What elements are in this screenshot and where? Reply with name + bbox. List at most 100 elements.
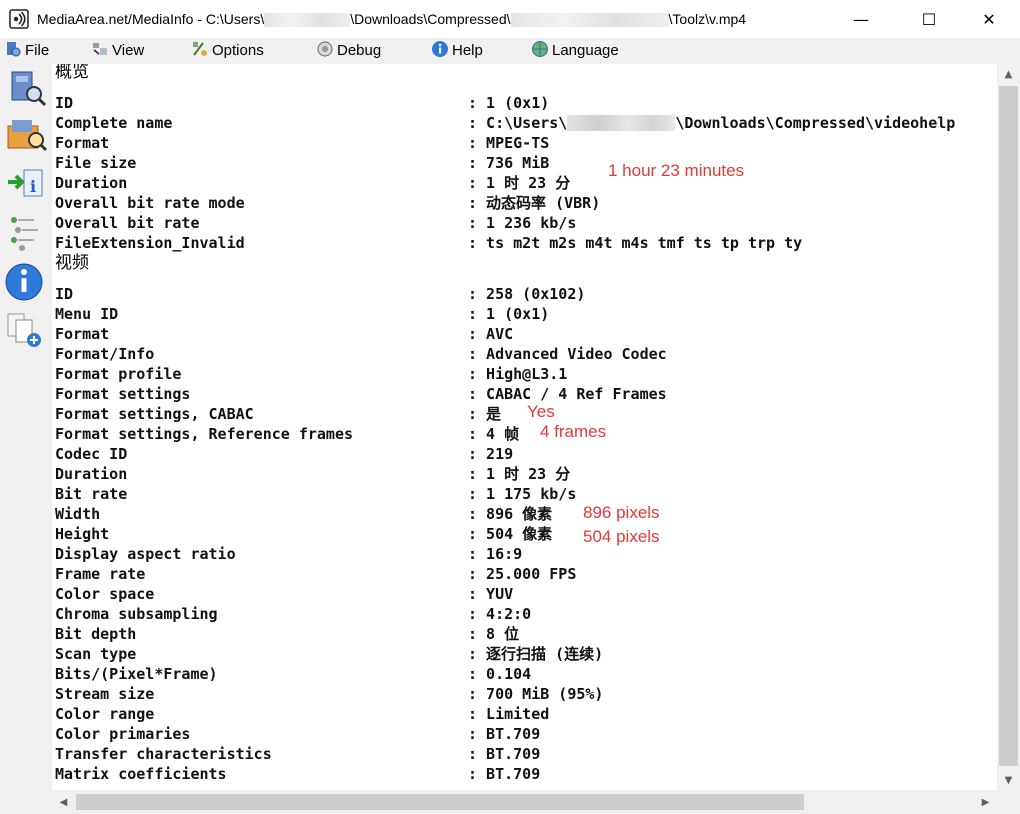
sheet-view-icon[interactable] xyxy=(4,212,48,252)
redacted-folder xyxy=(510,13,669,28)
menu-view-label: View xyxy=(112,42,145,59)
export-icon[interactable]: i xyxy=(4,164,48,204)
language-icon xyxy=(532,41,548,57)
info-row-value: : 逐行扫描 (连续) xyxy=(468,645,604,663)
title-suffix: \Toolz\v.mp4 xyxy=(668,11,747,27)
info-row-label: Chroma subsampling xyxy=(55,605,218,623)
info-row-value: : 1 (0x1) xyxy=(468,94,550,112)
info-row-label: Color space xyxy=(55,585,155,603)
info-icon[interactable] xyxy=(4,262,48,302)
info-row-value: : 动态码率 (VBR) xyxy=(468,194,601,212)
menu-file-label: File xyxy=(25,42,50,59)
info-row-value: : C:\Users\ \Downloads\Compressed\videohe… xyxy=(468,113,955,133)
info-row-label: Matrix coefficients xyxy=(55,765,227,783)
info-row-value: : 25.000 FPS xyxy=(468,565,577,583)
menu-view[interactable]: View xyxy=(91,38,144,64)
horizontal-scrollbar[interactable]: ◀ ▶ xyxy=(52,790,997,814)
info-row-value: : BT.709 xyxy=(468,725,541,743)
svg-text:i: i xyxy=(30,177,36,196)
info-row-label: Display aspect ratio xyxy=(55,545,236,563)
menu-file[interactable]: File xyxy=(4,38,49,64)
info-row-label: Frame rate xyxy=(55,565,146,583)
menu-help-label: Help xyxy=(452,42,483,59)
info-row-value: : 16:9 xyxy=(468,545,523,563)
vertical-scroll-thumb[interactable] xyxy=(999,86,1018,766)
maximize-button[interactable]: ☐ xyxy=(906,0,952,38)
info-row-label: Codec ID xyxy=(55,445,128,463)
info-row-value: : MPEG-TS xyxy=(468,134,550,152)
cabac-annotation: Yes xyxy=(527,402,555,421)
close-button[interactable]: ✕ xyxy=(966,0,1012,38)
info-row-value: : AVC xyxy=(468,325,514,343)
info-row-label: Transfer characteristics xyxy=(55,745,272,763)
info-text-area[interactable]: 概览 ID : 1 (0x1) Complete name : C:\Users\ \Do… xyxy=(52,64,997,790)
info-row-value: : 4 帧 xyxy=(468,425,520,443)
info-row-value: : CABAC / 4 Ref Frames xyxy=(468,385,667,403)
menu-language-label: Language xyxy=(552,42,619,59)
menu-help[interactable]: Help xyxy=(431,38,483,64)
info-row-label: Bit rate xyxy=(55,485,128,503)
title-prefix: MediaArea.net/MediaInfo - C:\Users\ xyxy=(37,11,265,27)
help-icon xyxy=(432,41,448,57)
info-row-label: Duration xyxy=(55,465,128,483)
info-row-value: : Advanced Video Codec xyxy=(468,345,667,363)
video-section-heading: 视频 xyxy=(55,253,89,273)
info-row-label: ID xyxy=(55,285,74,303)
info-row-label: Format xyxy=(55,325,110,343)
info-row-label: Menu ID xyxy=(55,305,119,323)
info-row-value: : 8 位 xyxy=(468,625,520,643)
close-icon: ✕ xyxy=(982,9,996,29)
height-annotation: 504 pixels xyxy=(583,527,660,546)
info-row-value: : BT.709 xyxy=(468,745,541,763)
menu-debug[interactable]: Debug xyxy=(316,38,381,64)
title-bar: MediaArea.net/MediaInfo - C:\Users\ \Down… xyxy=(0,0,1020,38)
minimize-button[interactable]: — xyxy=(838,0,884,38)
open-file-icon[interactable] xyxy=(4,68,48,108)
info-row-label: Format xyxy=(55,134,110,152)
vertical-scrollbar[interactable]: ▲ ▼ xyxy=(997,64,1020,790)
info-row-value: : 504 像素 xyxy=(468,525,553,543)
scrollbar-corner xyxy=(997,790,1020,814)
horizontal-scroll-thumb[interactable] xyxy=(76,794,804,810)
info-row-label: Overall bit rate mode xyxy=(55,194,245,212)
menu-options[interactable]: Options xyxy=(191,38,264,64)
info-row-label: Width xyxy=(55,505,101,523)
info-row-value: : 258 (0x102) xyxy=(468,285,586,303)
info-row-value: : 1 236 kb/s xyxy=(468,214,577,232)
menu-debug-label: Debug xyxy=(337,42,382,59)
info-row-label: Format settings, Reference frames xyxy=(55,425,354,443)
info-row-value: : 736 MiB xyxy=(468,154,550,172)
copy-icon[interactable] xyxy=(4,310,48,350)
info-row-label: FileExtension_Invalid xyxy=(55,234,245,252)
general-section-heading: 概览 xyxy=(55,64,89,82)
width-annotation: 896 pixels xyxy=(583,503,660,522)
scroll-up-icon[interactable]: ▲ xyxy=(997,64,1020,84)
open-folder-icon[interactable] xyxy=(4,114,48,154)
redacted-username xyxy=(567,115,676,131)
file-icon xyxy=(7,42,21,57)
info-row-label: Format settings xyxy=(55,385,191,403)
ref-frames-annotation: 4 frames xyxy=(540,422,607,441)
title-mid: \Downloads\Compressed\ xyxy=(350,11,511,27)
value-suffix: \Downloads\Compressed\videohelp xyxy=(675,114,956,132)
info-row-label: Stream size xyxy=(55,685,155,703)
info-row-value: : 700 MiB (95%) xyxy=(468,685,604,703)
duration-annotation: 1 hour 23 minutes xyxy=(608,161,745,180)
scroll-left-icon[interactable]: ◀ xyxy=(52,792,75,812)
info-row-label: ID xyxy=(55,94,74,112)
info-row-value: : Limited xyxy=(468,705,550,723)
info-row-label: Bit depth xyxy=(55,625,137,643)
info-row-label: Bits/(Pixel*Frame) xyxy=(55,665,218,683)
scroll-right-icon[interactable]: ▶ xyxy=(974,792,997,812)
minimize-icon: — xyxy=(853,9,869,29)
scroll-down-icon[interactable]: ▼ xyxy=(997,770,1020,790)
mediainfo-app-icon xyxy=(9,9,29,29)
info-row-value: : 219 xyxy=(468,445,514,463)
menu-bar: File View Options Debug Help Language xyxy=(0,38,1020,64)
info-row-label: File size xyxy=(55,154,137,172)
info-row-value: : 1 时 23 分 xyxy=(468,465,571,483)
view-icon xyxy=(93,43,107,55)
info-row-value: : 1 时 23 分 xyxy=(468,174,571,192)
info-row-label: Complete name xyxy=(55,114,173,132)
menu-language[interactable]: Language xyxy=(531,38,619,64)
